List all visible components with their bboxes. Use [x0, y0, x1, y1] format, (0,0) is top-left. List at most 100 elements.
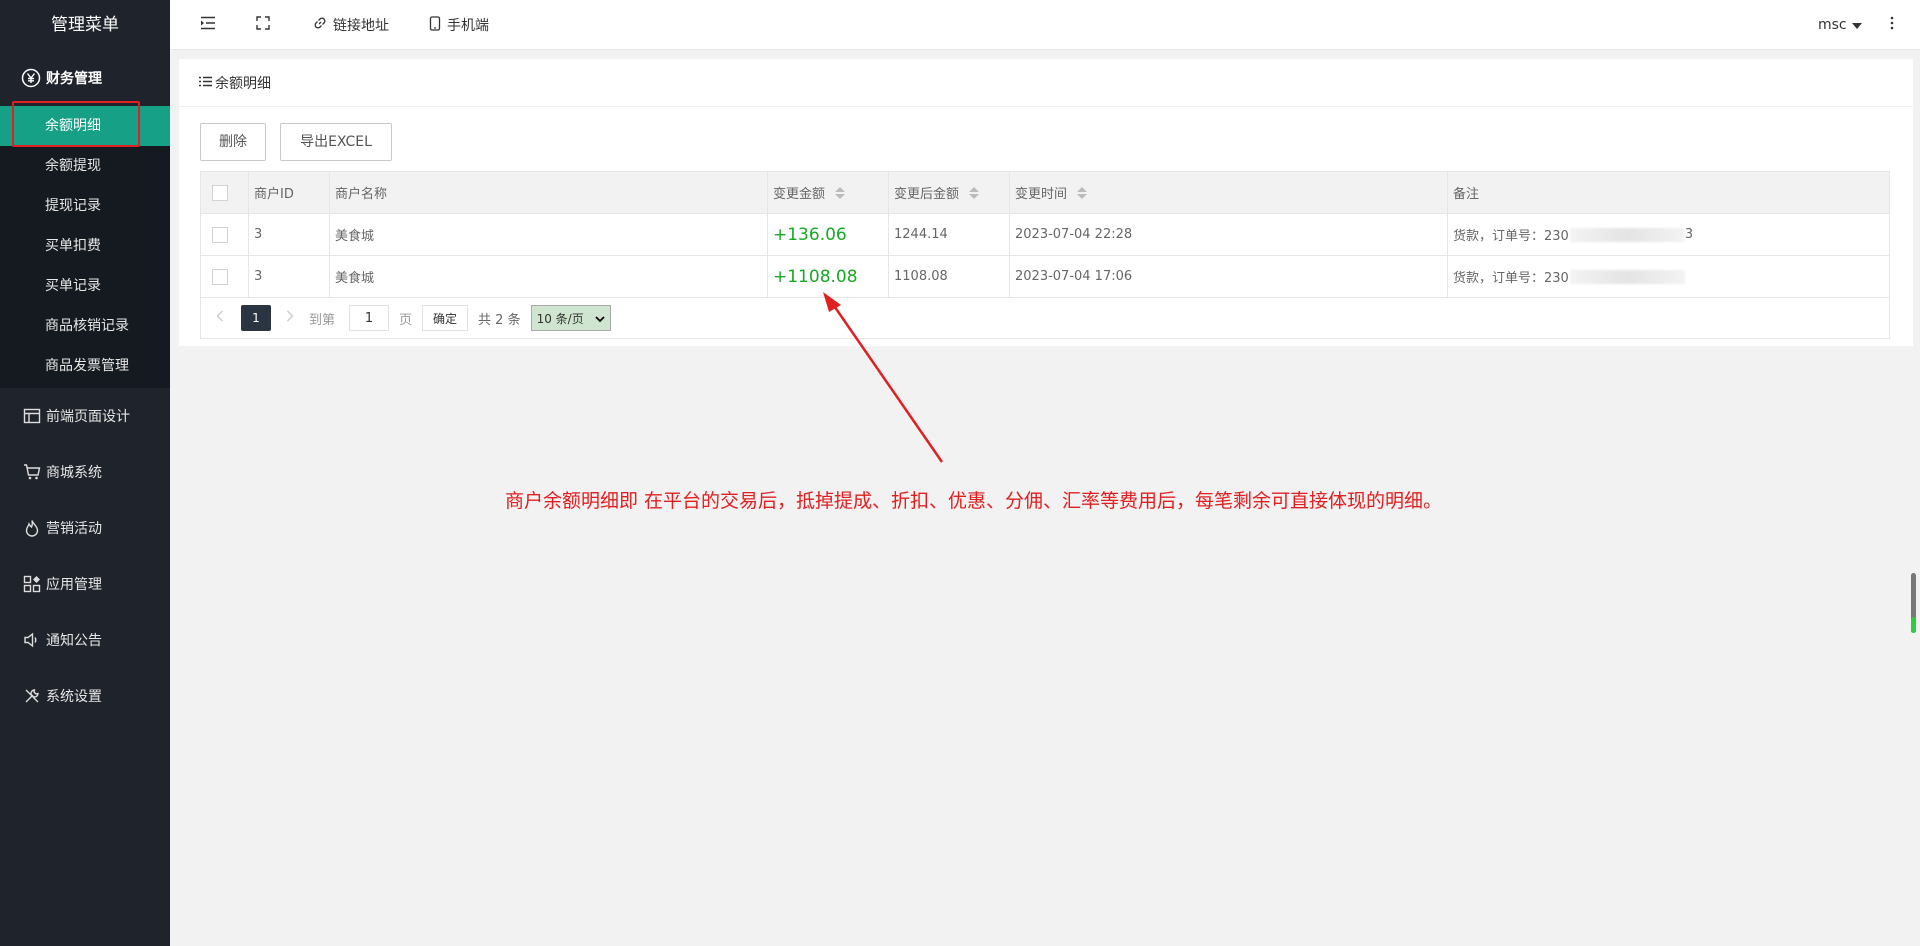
- annotation-text: 商户余额明细即 在平台的交易后，抵掉提成、折扣、优惠、分佣、汇率等费用后，每笔剩…: [505, 490, 1443, 512]
- scrollbar-thumb[interactable]: [1911, 617, 1916, 633]
- more-vertical-icon: [1890, 16, 1900, 34]
- sidebar-nav-page-design[interactable]: 前端页面设计: [0, 388, 170, 444]
- panel-title: 余额明细: [215, 75, 271, 92]
- sidebar-nav-marketing[interactable]: 营销活动: [0, 500, 170, 556]
- cell-change-time: 2023-07-04 22:28: [1010, 214, 1448, 255]
- sidebar-item-balance-detail[interactable]: 余额明细: [0, 101, 170, 147]
- sidebar-nav-mall[interactable]: 商城系统: [0, 444, 170, 500]
- next-page-icon[interactable]: [286, 310, 294, 326]
- sidebar-group-label: 财务管理: [46, 71, 102, 87]
- page-input[interactable]: 1: [349, 305, 390, 331]
- sidebar-title: 管理菜单: [51, 15, 119, 35]
- sidebar-group-finance[interactable]: 财务管理: [0, 50, 170, 106]
- highlight-box: [12, 101, 140, 147]
- link-address-button[interactable]: 链接地址: [313, 0, 389, 50]
- page-size-value: 10 条/页: [536, 311, 584, 326]
- chevron-down-icon: [594, 311, 605, 325]
- balance-table: 商户ID 商户名称 变更金额 变更后金额 变更时间 备注 3 美食城 +136.…: [200, 171, 1890, 339]
- user-menu[interactable]: msc: [1818, 0, 1868, 50]
- header-checkbox-cell: [201, 172, 249, 213]
- cell-remark: 货款，订单号：230: [1448, 256, 1889, 297]
- link-address-label: 链接地址: [333, 18, 389, 34]
- fire-icon: [22, 518, 42, 538]
- tools-icon: [22, 686, 42, 706]
- fullscreen-button[interactable]: [256, 0, 276, 50]
- remark-text: 货款，订单号：230: [1453, 229, 1569, 244]
- sidebar-item-label: 商品发票管理: [45, 358, 129, 374]
- sidebar-nav-label: 前端页面设计: [46, 409, 130, 425]
- layout-icon: [22, 406, 42, 426]
- sidebar-item-invoice-management[interactable]: 商品发票管理: [0, 346, 170, 386]
- prev-page-icon[interactable]: [216, 310, 224, 326]
- confirm-page-button[interactable]: 确定: [422, 305, 469, 331]
- table-row: 3 美食城 +1108.08 1108.08 2023-07-04 17:06 …: [201, 256, 1889, 298]
- remark-tail: 3: [1684, 227, 1694, 242]
- sidebar-nav-apps[interactable]: 应用管理: [0, 556, 170, 612]
- redacted-order-number: [1569, 269, 1685, 284]
- sidebar-item-label: 买单记录: [45, 278, 101, 294]
- col-merchant-name: 商户名称: [330, 172, 768, 213]
- col-change-amount[interactable]: 变更金额: [768, 172, 889, 213]
- sidebar-nav-label: 商城系统: [46, 465, 102, 481]
- cell-balance-after: 1244.14: [889, 214, 1010, 255]
- row-checkbox-cell: [201, 214, 249, 255]
- sort-icon[interactable]: [969, 186, 980, 199]
- row-checkbox[interactable]: [212, 268, 228, 285]
- col-label: 变更金额: [773, 187, 826, 202]
- sidebar: 管理菜单 财务管理 余额明细 余额提现 提现记录 买单扣费 买单记录 商品核销记…: [0, 0, 170, 946]
- delete-button[interactable]: 删除: [200, 123, 266, 161]
- cell-merchant-name: 美食城: [330, 256, 768, 297]
- col-remark: 备注: [1453, 187, 1480, 202]
- sidebar-nav-label: 营销活动: [46, 521, 102, 537]
- sidebar-item-withdraw-records[interactable]: 提现记录: [0, 186, 170, 226]
- row-checkbox[interactable]: [212, 226, 228, 243]
- col-change-time[interactable]: 变更时间: [1010, 172, 1448, 213]
- balance-detail-panel: 余额明细 删除 导出EXCEL 商户ID 商户名称 变更金额 变更后金额 变更时…: [179, 59, 1913, 346]
- sidebar-submenu: 余额明细 余额提现 提现记录 买单扣费 买单记录 商品核销记录 商品发票管理: [0, 101, 170, 388]
- cell-remark: 货款，订单号：230 3: [1448, 214, 1889, 255]
- sort-icon[interactable]: [1077, 186, 1088, 199]
- col-merchant-id: 商户ID: [249, 172, 330, 213]
- col-balance-after[interactable]: 变更后金额: [889, 172, 1010, 213]
- yen-circle-icon: [20, 67, 42, 89]
- row-checkbox-cell: [201, 256, 249, 297]
- sidebar-nav-settings[interactable]: 系统设置: [0, 668, 170, 724]
- cart-icon: [22, 462, 42, 482]
- col-label: 变更后金额: [894, 187, 960, 202]
- page-current[interactable]: 1: [241, 305, 271, 331]
- remark-text: 货款，订单号：230: [1453, 271, 1569, 286]
- cell-merchant-id: 3: [249, 256, 330, 297]
- caret-down-icon: [1851, 17, 1868, 33]
- sidebar-item-label: 买单扣费: [45, 238, 101, 254]
- topbar: 链接地址 手机端 msc: [170, 0, 1920, 50]
- table-header-row: 商户ID 商户名称 变更金额 变更后金额 变更时间 备注: [201, 172, 1889, 214]
- list-icon: [199, 75, 212, 91]
- sidebar-item-bill-deduction[interactable]: 买单扣费: [0, 226, 170, 266]
- sidebar-item-verification-records[interactable]: 商品核销记录: [0, 306, 170, 346]
- export-excel-button[interactable]: 导出EXCEL: [280, 123, 392, 161]
- col-label: 变更时间: [1015, 187, 1068, 202]
- table-row: 3 美食城 +136.06 1244.14 2023-07-04 22:28 货…: [201, 214, 1889, 256]
- link-icon: [313, 16, 333, 34]
- menu-indent-icon: [200, 16, 222, 34]
- mobile-button[interactable]: 手机端: [429, 0, 489, 50]
- sidebar-item-bill-records[interactable]: 买单记录: [0, 266, 170, 306]
- page-size-select[interactable]: 10 条/页: [530, 305, 611, 331]
- panel-header: 余额明细: [179, 59, 1913, 107]
- speaker-icon: [22, 630, 42, 650]
- total-count: 共 2 条: [478, 312, 521, 328]
- sort-icon[interactable]: [835, 186, 846, 199]
- sidebar-item-label: 余额提现: [45, 158, 101, 174]
- sidebar-item-label: 商品核销记录: [45, 318, 129, 334]
- pagination: 1 到第 1 页 确定 共 2 条 10 条/页: [201, 298, 1889, 338]
- sidebar-nav-notices[interactable]: 通知公告: [0, 612, 170, 668]
- cell-change-amount: +1108.08: [768, 256, 889, 297]
- select-all-checkbox[interactable]: [212, 184, 228, 201]
- more-button[interactable]: [1890, 0, 1900, 50]
- cell-balance-after: 1108.08: [889, 256, 1010, 297]
- sidebar-nav-label: 通知公告: [46, 633, 102, 649]
- sidebar-item-balance-withdraw[interactable]: 余额提现: [0, 146, 170, 186]
- collapse-menu-button[interactable]: [200, 0, 222, 50]
- page-unit: 页: [399, 312, 413, 328]
- cell-change-time: 2023-07-04 17:06: [1010, 256, 1448, 297]
